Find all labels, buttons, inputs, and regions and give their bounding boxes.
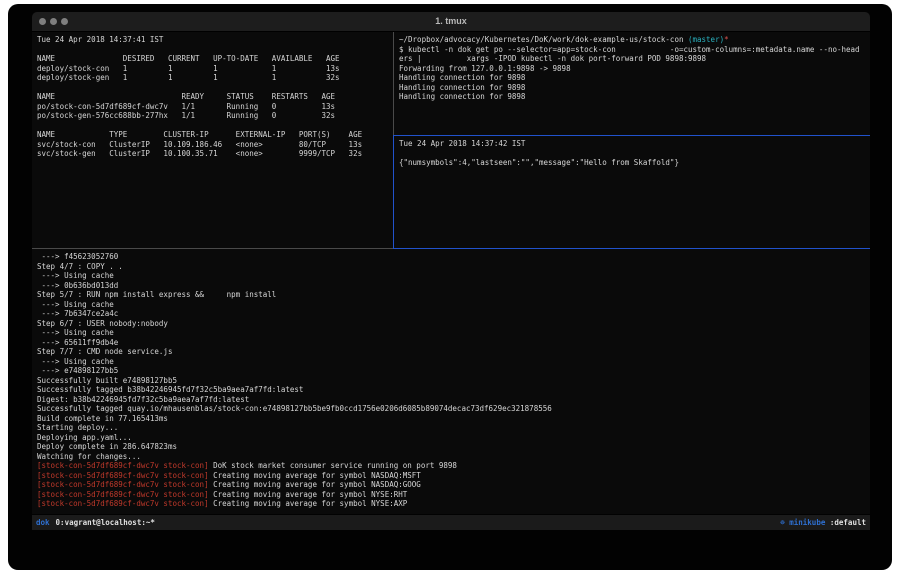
status-right: ☸ minikube :default <box>780 518 866 527</box>
terminal-line <box>37 45 393 55</box>
terminal-line: Step 4/7 : COPY . . <box>37 262 870 272</box>
pane-border-vertical-active <box>393 135 394 248</box>
pane-border-vertical-inactive <box>393 32 394 135</box>
pane-probe-output[interactable]: Tue 24 Apr 2018 14:37:42 IST {"numsymbol… <box>394 136 870 251</box>
terminal-line: deploy/stock-gen 1 1 1 1 32s <box>37 73 393 83</box>
terminal-line: ---> Using cache <box>37 328 870 338</box>
terminal-line: deploy/stock-con 1 1 1 1 13s <box>37 64 393 74</box>
window-titlebar[interactable]: 1. tmux <box>32 12 870 32</box>
terminal-line: [stock-con-5d7df689cf-dwc7v stock-con] C… <box>37 471 870 481</box>
terminal-line: Step 7/7 : CMD node service.js <box>37 347 870 357</box>
terminal-line: ---> Using cache <box>37 357 870 367</box>
terminal-line: Step 5/7 : RUN npm install express && np… <box>37 290 870 300</box>
terminal-line: ~/Dropbox/advocacy/Kubernetes/DoK/work/d… <box>399 35 870 45</box>
terminal-line: po/stock-gen-576cc688bb-277hx 1/1 Runnin… <box>37 111 393 121</box>
terminal-line: Successfully tagged quay.io/mhausenblas/… <box>37 404 870 414</box>
terminal-line <box>37 121 393 131</box>
terminal-line: Tue 24 Apr 2018 14:37:42 IST <box>399 139 870 149</box>
terminal-line: NAME TYPE CLUSTER-IP EXTERNAL-IP PORT(S)… <box>37 130 393 140</box>
terminal-line: ---> 0b636bd013dd <box>37 281 870 291</box>
pane-border-horizontal-inactive <box>32 248 393 249</box>
terminal-line: ---> 7b6347ce2a4c <box>37 309 870 319</box>
pane-skaffold-build-log[interactable]: ---> f45623052760Step 4/7 : COPY . . ---… <box>32 249 870 517</box>
window-title: 1. tmux <box>32 12 870 31</box>
session-name[interactable]: dok <box>36 518 50 527</box>
terminal-line <box>399 149 870 159</box>
terminal-line: svc/stock-con ClusterIP 10.109.186.46 <n… <box>37 140 393 150</box>
terminal-line: [stock-con-5d7df689cf-dwc7v stock-con] C… <box>37 499 870 509</box>
pane-port-forward[interactable]: ~/Dropbox/advocacy/Kubernetes/DoK/work/d… <box>394 32 870 138</box>
terminal-line: po/stock-con-5d7df689cf-dwc7v 1/1 Runnin… <box>37 102 393 112</box>
terminal-line: ---> Using cache <box>37 271 870 281</box>
pane-border-horizontal-active-top <box>394 135 870 136</box>
terminal-line: Deploy complete in 286.647823ms <box>37 442 870 452</box>
pane-kubectl-watch[interactable]: Tue 24 Apr 2018 14:37:41 IST NAME DESIRE… <box>32 32 393 251</box>
terminal-line: Build complete in 77.165413ms <box>37 414 870 424</box>
terminal-line: ---> Using cache <box>37 300 870 310</box>
terminal-line: Successfully tagged b38b42246945fd7f32c5… <box>37 385 870 395</box>
window-list-item[interactable]: 0:vagrant@localhost:~* <box>56 518 155 527</box>
terminal-line: Successfully built e74898127bb5 <box>37 376 870 386</box>
terminal-line: ers | xargs -IPOD kubectl -n dok port-fo… <box>399 54 870 64</box>
pane-border-horizontal-active-bottom <box>393 248 870 249</box>
terminal-line: Watching for changes... <box>37 452 870 462</box>
terminal-line: ---> 65611ff9db4e <box>37 338 870 348</box>
terminal-line: [stock-con-5d7df689cf-dwc7v stock-con] C… <box>37 490 870 500</box>
terminal-line: Tue 24 Apr 2018 14:37:41 IST <box>37 35 393 45</box>
kubernetes-icon: ☸ <box>780 518 785 527</box>
terminal-line: Starting deploy... <box>37 423 870 433</box>
terminal-line: svc/stock-gen ClusterIP 10.100.35.71 <no… <box>37 149 393 159</box>
terminal-line: Digest: b38b42246945fd7f32c5ba9aea7af7fd… <box>37 395 870 405</box>
tmux-session: Tue 24 Apr 2018 14:37:41 IST NAME DESIRE… <box>32 32 870 514</box>
terminal-line: [stock-con-5d7df689cf-dwc7v stock-con] D… <box>37 461 870 471</box>
kube-namespace-label: :default <box>830 518 866 527</box>
slide-background: 1. tmux Tue 24 Apr 2018 14:37:41 IST NAM… <box>8 4 892 570</box>
kube-context-label: minikube <box>789 518 825 527</box>
terminal-line <box>37 83 393 93</box>
terminal-line: [stock-con-5d7df689cf-dwc7v stock-con] C… <box>37 480 870 490</box>
terminal-line: Handling connection for 9898 <box>399 92 870 102</box>
terminal-line: NAME READY STATUS RESTARTS AGE <box>37 92 393 102</box>
terminal-line: ---> f45623052760 <box>37 252 870 262</box>
terminal-line: Handling connection for 9898 <box>399 83 870 93</box>
terminal-line: Handling connection for 9898 <box>399 73 870 83</box>
terminal-line: $ kubectl -n dok get po --selector=app=s… <box>399 45 870 55</box>
terminal-line: NAME DESIRED CURRENT UP-TO-DATE AVAILABL… <box>37 54 393 64</box>
terminal-line: Deploying app.yaml... <box>37 433 870 443</box>
terminal-line: {"numsymbols":4,"lastseen":"","message":… <box>399 158 870 168</box>
terminal-line: Step 6/7 : USER nobody:nobody <box>37 319 870 329</box>
tmux-status-bar: dok 0:vagrant@localhost:~* ☸ minikube :d… <box>32 515 870 530</box>
terminal-line: ---> e74898127bb5 <box>37 366 870 376</box>
terminal-window: 1. tmux Tue 24 Apr 2018 14:37:41 IST NAM… <box>32 12 870 530</box>
terminal-line: Forwarding from 127.0.0.1:9898 -> 9898 <box>399 64 870 74</box>
